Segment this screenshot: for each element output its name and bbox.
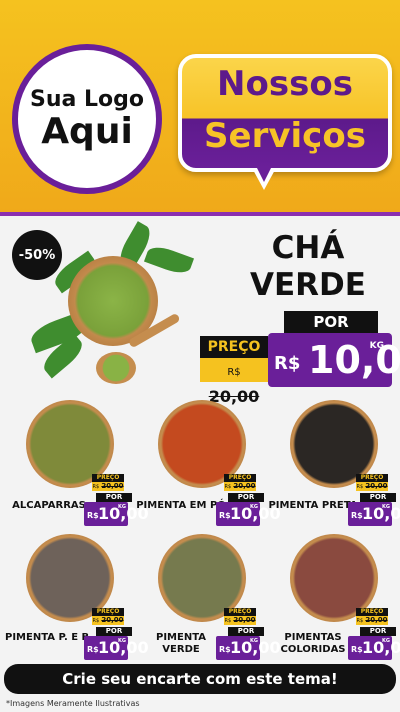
product-old-currency: R$ [356,484,364,490]
header-title-line2: Serviços [204,116,366,156]
product-price-value: 10,00 [362,638,400,657]
product-name: PIMENTA EM PÓ [136,500,226,511]
product-price-value: 10,00 [362,504,400,523]
product-name: PIMENTAS COLORIDAS [280,632,346,655]
product-currency: R$ [351,511,363,520]
product-unit: KG [118,638,126,644]
hero-unit: KG [369,341,384,351]
product-por-label: POR [360,493,396,502]
product-por-label: POR [96,493,132,502]
hero-preco-label: PREÇO [200,336,268,358]
product-preco-label: PREÇO [92,474,124,482]
product-name: PIMENTA VERDE [156,632,206,655]
hero-price-value: 10,00 [308,338,400,382]
product-unit: KG [382,638,390,644]
leaf-icon [143,242,195,278]
product-old-currency: R$ [92,618,100,624]
logo-line2: Aqui [41,110,133,152]
product-old-currency: R$ [356,618,364,624]
product-unit: KG [250,504,258,510]
product-preco-label: PREÇO [224,474,256,482]
product-old-price: R$ 20,00 [92,616,124,625]
services-bubble: Nossos Serviços [178,54,392,172]
product-card[interactable]: ALCAPARRAS PREÇO R$ 20,00 POR R$ 10,00 KG [4,400,149,532]
hero-price: R$ 10,00 KG [268,333,400,387]
product-unit: KG [118,504,126,510]
header-banner: Sua Logo Aqui Nossos Serviços [0,0,400,216]
product-preco-label: PREÇO [224,608,256,616]
product-old-price: R$ 20,00 [92,482,124,491]
product-old-currency: R$ [224,618,232,624]
product-por-label: POR [360,627,396,636]
product-currency: R$ [351,645,363,654]
header-title-line1: Nossos [217,64,353,104]
product-old-value: 20,00 [233,482,256,490]
product-currency: R$ [219,511,231,520]
product-old-value: 20,00 [101,482,124,490]
product-currency: R$ [87,511,99,520]
product-por-label: POR [96,627,132,636]
product-currency: R$ [87,645,99,654]
product-preco-label: PREÇO [356,474,388,482]
product-price: R$10,00KG [84,636,149,660]
product-por-label: POR [228,627,264,636]
product-price: R$10,00KG [216,636,281,660]
cta-banner[interactable]: Crie seu encarte com este tema! [4,664,396,694]
product-preco-label: PREÇO [356,608,388,616]
product-name: ALCAPARRAS [12,500,86,511]
product-old-value: 20,00 [101,616,124,624]
product-currency: R$ [219,645,231,654]
logo-line1: Sua Logo [29,86,144,112]
product-price: R$10,00KG [348,502,400,526]
product-old-currency: R$ [92,484,100,490]
product-old-value: 20,00 [233,616,256,624]
product-old-currency: R$ [224,484,232,490]
product-old-price: R$ 20,00 [356,616,388,625]
hero-title: CHÁ VERDE [238,230,378,304]
product-name: PIMENTA P. E B. [5,632,93,643]
product-price: R$10,00KG [348,636,400,660]
discount-badge: -50% [12,230,62,280]
product-por-label: POR [228,493,264,502]
product-price: R$10,00KG [216,502,281,526]
product-old-value: 20,00 [365,616,388,624]
hero-por-label: POR [284,311,378,333]
product-old-price: R$ 20,00 [224,616,256,625]
product-card[interactable]: PIMENTA PRETAPREÇOR$ 20,00PORR$10,00KG [268,400,400,532]
product-preco-label: PREÇO [92,608,124,616]
product-card[interactable]: PIMENTA VERDE PREÇO R$ 20,00 POR R$ 10,00 KG [136,534,281,666]
product-unit: KG [250,638,258,644]
product-old-price: R$ 20,00 [356,482,388,491]
footnote: *Imagens Meramente Ilustrativas [6,699,140,708]
hero-currency: R$ [274,353,301,374]
hero-old-price: R$ 20,00 [200,358,268,406]
product-name: PIMENTA PRETA [268,500,358,511]
logo-placeholder: Sua Logo Aqui [12,44,162,194]
hero-old-currency: R$ [227,367,241,378]
hero-title-line1: CHÁ [271,230,345,266]
hero-title-line2: VERDE [250,267,366,303]
product-card[interactable]: PIMENTA EM PÓ PREÇO R$ 20,00 POR R$ 10,00 KG [136,400,281,532]
product-unit: KG [382,504,390,510]
product-old-price: R$ 20,00 [224,482,256,491]
product-price: R$10,00KG [84,502,149,526]
bubble-tail-inner [256,166,272,182]
matcha-spoon-image [96,352,136,384]
product-card[interactable]: PIMENTAS COLORIDAS PREÇO R$ 20,00 POR R$ 10,0… [268,534,400,666]
product-old-value: 20,00 [365,482,388,490]
product-card[interactable]: PIMENTA P. E B. PREÇO R$ 20,00 POR R$ 10,00 KG [4,534,149,666]
